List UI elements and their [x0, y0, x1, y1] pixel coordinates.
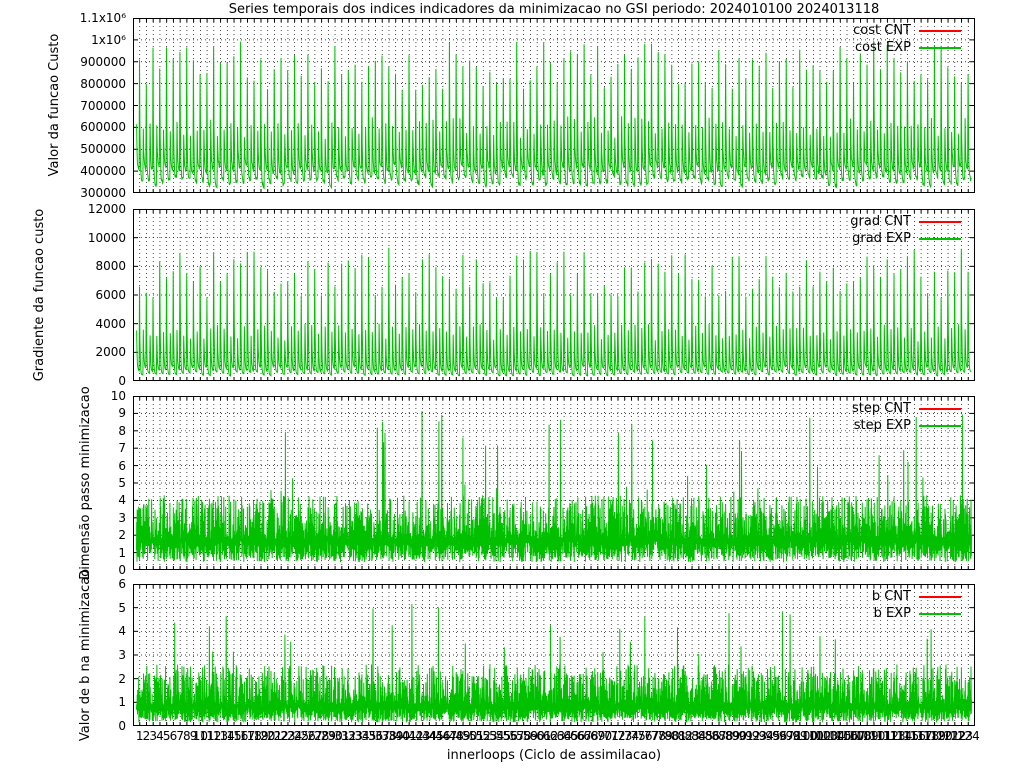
plot-area-cost	[133, 18, 975, 193]
y-tick-label-step: 2	[0, 527, 126, 543]
legend-row: b CNT	[872, 589, 961, 605]
y-tick-label-cost: 1x10⁶	[0, 32, 126, 48]
y-tick-label-cost: 500000	[0, 141, 126, 157]
y-tick-label-cost: 300000	[0, 185, 126, 201]
panel-step: step CNT step EXP	[133, 396, 975, 570]
series-grad-exp	[137, 248, 972, 376]
y-tick-label-grad: 6000	[0, 287, 126, 303]
legend-line-sample-exp	[919, 238, 961, 240]
y-tick-label-grad: 2000	[0, 344, 126, 360]
y-tick-label-b: 3	[0, 647, 126, 663]
legend-line-sample-exp	[919, 47, 961, 49]
legend-step: step CNT step EXP	[852, 401, 961, 434]
legend-label-grad-cnt: grad CNT	[850, 214, 911, 230]
y-tick-label-step: 9	[0, 405, 126, 421]
y-tick-label-step: 4	[0, 492, 126, 508]
series-step-exp	[137, 411, 972, 562]
legend-label-b-exp: b EXP	[874, 606, 911, 622]
y-tick-label-grad: 10000	[0, 230, 126, 246]
panel-b: b CNT b EXP	[133, 584, 975, 726]
legend-grad: grad CNT grad EXP	[850, 214, 961, 247]
chart-title: Series temporais dos indices indicadores…	[133, 2, 975, 17]
y-tick-label-grad: 8000	[0, 258, 126, 274]
legend-line-sample-exp	[919, 425, 961, 427]
y-tick-label-step: 10	[0, 388, 126, 404]
plot-area-step	[133, 396, 975, 570]
series-cost-exp	[137, 41, 972, 188]
legend-line-sample-cnt	[919, 596, 961, 598]
legend-cost: cost CNT cost EXP	[853, 23, 961, 56]
y-tick-label-cost: 400000	[0, 163, 126, 179]
y-tick-label-step: 7	[0, 440, 126, 456]
y-tick-label-grad: 4000	[0, 316, 126, 332]
y-tick-label-step: 6	[0, 458, 126, 474]
panel-cost: cost CNT cost EXP	[133, 18, 975, 193]
y-tick-label-b: 2	[0, 671, 126, 687]
y-tick-label-step: 3	[0, 510, 126, 526]
legend-row: cost EXP	[855, 40, 961, 56]
x-axis-title: innerloops (Ciclo de assimilacao)	[133, 748, 975, 763]
legend-row: b EXP	[874, 606, 961, 622]
y-tick-label-b: 1	[0, 694, 126, 710]
legend-row: step CNT	[852, 401, 961, 417]
y-tick-label-step: 8	[0, 423, 126, 439]
gnuplot-figure: Series temporais dos indices indicadores…	[0, 0, 1024, 768]
legend-b: b CNT b EXP	[872, 589, 961, 622]
legend-label-step-exp: step EXP	[854, 418, 911, 434]
plot-area-grad	[133, 209, 975, 381]
y-tick-label-b: 6	[0, 576, 126, 592]
legend-label-step-cnt: step CNT	[852, 401, 911, 417]
legend-line-sample-cnt	[919, 30, 961, 32]
y-tick-label-b: 5	[0, 600, 126, 616]
y-tick-label-cost: 700000	[0, 98, 126, 114]
y-tick-label-grad: 0	[0, 373, 126, 389]
plot-area-b	[133, 584, 975, 726]
y-tick-label-step: 5	[0, 475, 126, 491]
y-tick-label-cost: 600000	[0, 119, 126, 135]
legend-row: step EXP	[854, 418, 961, 434]
legend-row: cost CNT	[853, 23, 961, 39]
legend-label-grad-exp: grad EXP	[852, 231, 911, 247]
legend-label-b-cnt: b CNT	[872, 589, 911, 605]
series-b-exp	[137, 604, 972, 722]
legend-line-sample-cnt	[919, 221, 961, 223]
x-tick-label: 124	[953, 729, 983, 744]
y-tick-label-step: 1	[0, 545, 126, 561]
y-tick-label-b: 0	[0, 718, 126, 734]
legend-line-sample-cnt	[919, 408, 961, 410]
legend-row: grad CNT	[850, 214, 961, 230]
legend-label-cost-exp: cost EXP	[855, 40, 911, 56]
y-tick-label-cost: 1.1x10⁶	[0, 10, 126, 26]
legend-row: grad EXP	[852, 231, 961, 247]
legend-line-sample-exp	[919, 613, 961, 615]
y-tick-label-grad: 12000	[0, 201, 126, 217]
y-tick-label-b: 4	[0, 623, 126, 639]
legend-label-cost-cnt: cost CNT	[853, 23, 911, 39]
panel-grad: grad CNT grad EXP	[133, 209, 975, 381]
y-tick-label-cost: 800000	[0, 76, 126, 92]
y-tick-label-cost: 900000	[0, 54, 126, 70]
